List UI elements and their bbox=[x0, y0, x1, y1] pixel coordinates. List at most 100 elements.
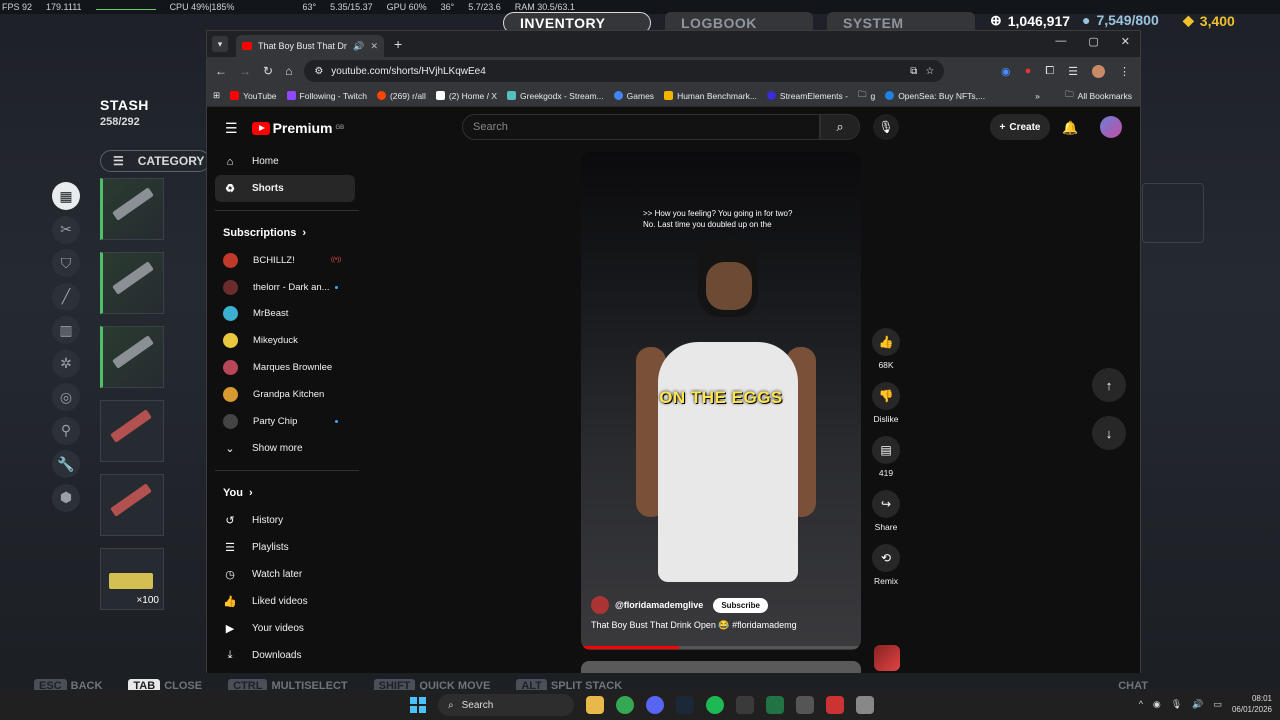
ammo-icon[interactable]: ▥ bbox=[52, 316, 80, 344]
subscriptions-header[interactable]: Subscriptions › bbox=[215, 219, 355, 247]
subscription-party-chip[interactable]: Party Chip bbox=[215, 408, 355, 435]
like-action[interactable]: 👍 68K bbox=[869, 328, 903, 370]
discord-icon[interactable] bbox=[646, 696, 664, 714]
excel-icon[interactable] bbox=[766, 696, 784, 714]
close-tab-icon[interactable]: ✕ bbox=[370, 41, 378, 52]
bookmark-human-benchmark[interactable]: Human Benchmark... bbox=[664, 91, 757, 101]
sidebar-item-playlists[interactable]: ☰ Playlists bbox=[215, 534, 355, 561]
pen-app-icon[interactable] bbox=[826, 696, 844, 714]
sidebar-item-watch-later[interactable]: ◷ Watch later bbox=[215, 561, 355, 588]
settings-gear-icon[interactable] bbox=[796, 696, 814, 714]
dislike-action[interactable]: 👎 Dislike bbox=[869, 382, 903, 424]
category-filter-button[interactable]: ☰ CATEGORY bbox=[100, 150, 210, 172]
consumable-icon[interactable]: ⚲ bbox=[52, 416, 80, 445]
more-bookmarks-icon[interactable]: » bbox=[1035, 91, 1040, 101]
steam-icon[interactable] bbox=[676, 696, 694, 714]
bookmark-streamelements[interactable]: StreamElements - bbox=[766, 91, 848, 101]
gear-icon[interactable]: ✲ bbox=[52, 349, 80, 378]
reading-list-icon[interactable]: ☰ bbox=[1068, 65, 1078, 78]
comments-action[interactable]: ▤ 419 bbox=[869, 436, 903, 478]
shield-icon[interactable]: ⛉ bbox=[52, 249, 80, 277]
back-icon[interactable]: ← bbox=[215, 64, 227, 78]
minimize-icon[interactable]: — bbox=[1055, 35, 1066, 48]
notifications-bell-icon[interactable]: 🔔 bbox=[1062, 120, 1078, 136]
sidebar-item-history[interactable]: ↺ History bbox=[215, 507, 355, 534]
subscription-thelorr[interactable]: thelorr - Dark an... bbox=[215, 274, 355, 301]
grid-icon[interactable]: ▦ bbox=[52, 182, 80, 210]
display-icon[interactable]: ▭ bbox=[1213, 699, 1222, 710]
channel-handle[interactable]: @floridamademglive bbox=[615, 600, 703, 610]
show-more-button[interactable]: ⌄ Show more bbox=[215, 435, 355, 462]
windows-start-icon[interactable] bbox=[410, 697, 426, 713]
subscription-marques-brownlee[interactable]: Marques Brownlee bbox=[215, 354, 355, 381]
stash-slot[interactable]: ×100 bbox=[100, 548, 164, 610]
bookmark-youtube[interactable]: YouTube bbox=[230, 91, 277, 101]
forward-icon[interactable]: → bbox=[239, 64, 251, 78]
spotify-icon[interactable] bbox=[706, 696, 724, 714]
subscribe-button[interactable]: Subscribe bbox=[713, 597, 768, 613]
adblock-icon[interactable]: ● bbox=[1025, 65, 1032, 77]
subscription-bchillz[interactable]: BCHILLZ! ((•)) bbox=[215, 247, 355, 274]
equipment-slot[interactable] bbox=[1142, 183, 1204, 243]
materials-icon[interactable]: ⬢ bbox=[52, 483, 80, 512]
hamburger-menu-icon[interactable]: ☰ bbox=[225, 120, 238, 137]
bookmark-games[interactable]: Games bbox=[613, 91, 654, 101]
tray-chevron-icon[interactable]: ^ bbox=[1139, 699, 1143, 709]
taskbar-search[interactable]: ⌕ Search bbox=[438, 694, 574, 716]
volume-icon[interactable]: 🔊 bbox=[1192, 699, 1203, 710]
youtube-logo[interactable]: Premium GB bbox=[251, 120, 344, 136]
address-bar[interactable]: ⚙ youtube.com/shorts/HVjhLKqwEe4 ⧉ ☆ bbox=[304, 60, 945, 82]
arrow-down-icon[interactable]: ↓ bbox=[1092, 416, 1126, 450]
subscription-mrbeast[interactable]: MrBeast bbox=[215, 301, 355, 328]
stash-slot[interactable] bbox=[100, 178, 164, 240]
search-icon[interactable]: ⌕ bbox=[820, 114, 860, 140]
reload-icon[interactable]: ↻ bbox=[263, 64, 273, 78]
game-launcher-icon[interactable] bbox=[856, 696, 874, 714]
share-action[interactable]: ↪ Share bbox=[869, 490, 903, 532]
bookmark-star-icon[interactable]: ☆ bbox=[925, 66, 934, 77]
augment-icon[interactable]: ◎ bbox=[52, 383, 80, 411]
short-title[interactable]: That Boy Bust That Drink Open 😂 #florida… bbox=[591, 620, 797, 631]
create-button[interactable]: + Create bbox=[990, 114, 1050, 140]
home-icon[interactable]: ⌂ bbox=[285, 64, 292, 78]
tools-icon[interactable]: 🔧 bbox=[52, 450, 80, 478]
bookmark-folder-g[interactable]: 🗀 g bbox=[858, 89, 875, 103]
sidebar-item-your-videos[interactable]: ▶ Your videos bbox=[215, 615, 355, 642]
tab-search-icon[interactable]: ▾ bbox=[212, 36, 228, 52]
subscription-mikeyduck[interactable]: Mikeyduck bbox=[215, 327, 355, 354]
microphone-icon[interactable]: 🎙 bbox=[1171, 699, 1182, 710]
sidebar-item-shorts[interactable]: ♻ Shorts bbox=[215, 175, 355, 202]
ccleaner-icon[interactable] bbox=[736, 696, 754, 714]
arrow-up-icon[interactable]: ↑ bbox=[1092, 368, 1126, 402]
extensions-puzzle-icon[interactable]: ⧠ bbox=[1045, 65, 1054, 78]
browser-tab[interactable]: That Boy Bust That Drink O 🔊 ✕ bbox=[236, 35, 384, 57]
chrome-icon[interactable] bbox=[616, 696, 634, 714]
sidebar-item-home[interactable]: ⌂ Home bbox=[215, 148, 355, 175]
microphone-icon[interactable]: 🎙 bbox=[873, 114, 899, 140]
close-window-icon[interactable]: ✕ bbox=[1121, 35, 1130, 48]
stash-slot[interactable] bbox=[100, 252, 164, 314]
extension-icon[interactable]: ◉ bbox=[1001, 65, 1011, 78]
network-icon[interactable]: ◉ bbox=[1153, 699, 1161, 710]
bookmark-x[interactable]: (2) Home / X bbox=[435, 91, 497, 101]
video-progress-bar[interactable] bbox=[581, 646, 861, 649]
bookmark-twitch[interactable]: Following - Twitch bbox=[286, 91, 367, 101]
subscription-grandpa-kitchen[interactable]: Grandpa Kitchen bbox=[215, 381, 355, 408]
search-input[interactable]: Search bbox=[462, 114, 820, 140]
profile-avatar[interactable] bbox=[1092, 64, 1105, 78]
install-icon[interactable]: ⧉ bbox=[910, 66, 917, 77]
maximize-icon[interactable]: ▢ bbox=[1088, 35, 1098, 48]
you-header[interactable]: You › bbox=[215, 479, 355, 507]
weapon-mods-icon[interactable]: ✂ bbox=[52, 215, 80, 244]
file-explorer-icon[interactable] bbox=[586, 696, 604, 714]
menu-icon[interactable]: ⋮ bbox=[1119, 65, 1130, 78]
sidebar-item-liked-videos[interactable]: 👍 Liked videos bbox=[215, 588, 355, 615]
stash-slot[interactable] bbox=[100, 400, 164, 462]
bookmark-streamelements-greek[interactable]: Greekgodx - Stream... bbox=[507, 91, 604, 101]
clock[interactable]: 08:01 06/01/2026 bbox=[1232, 693, 1272, 715]
all-bookmarks[interactable]: 🗀 All Bookmarks bbox=[1065, 89, 1132, 103]
sidebar-item-downloads[interactable]: ⤓ Downloads bbox=[215, 642, 355, 669]
weapon-icon[interactable]: ╱ bbox=[52, 282, 80, 311]
channel-avatar[interactable] bbox=[591, 596, 609, 614]
stash-slot[interactable] bbox=[100, 474, 164, 536]
